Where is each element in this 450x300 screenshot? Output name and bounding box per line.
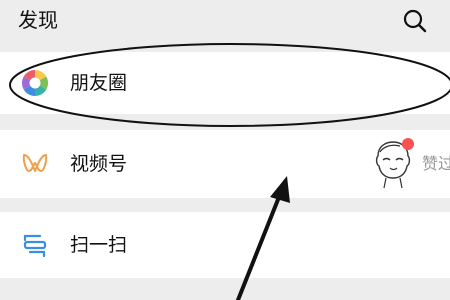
- header-bar: 发现: [0, 0, 450, 42]
- list-item-moments[interactable]: 朋友圈: [0, 52, 450, 114]
- notification-badge: [402, 138, 414, 150]
- channels-icon: [20, 149, 50, 179]
- scan-icon: [20, 230, 50, 260]
- list-item-label: 扫一扫: [70, 234, 128, 256]
- page-title: 发现: [18, 8, 58, 32]
- list-item-scan[interactable]: 扫一扫: [0, 212, 450, 278]
- list-item-channels[interactable]: 视频号 赞过: [0, 130, 450, 198]
- search-icon: [403, 9, 427, 33]
- liked-label: 赞过: [422, 154, 450, 173]
- search-button[interactable]: [400, 6, 430, 36]
- list-item-label: 朋友圈: [70, 72, 128, 94]
- discover-page: 发现 朋友圈 视频号 赞过 扫一扫: [0, 0, 450, 300]
- moments-aperture-icon: [20, 68, 50, 98]
- list-item-label: 视频号: [70, 153, 128, 175]
